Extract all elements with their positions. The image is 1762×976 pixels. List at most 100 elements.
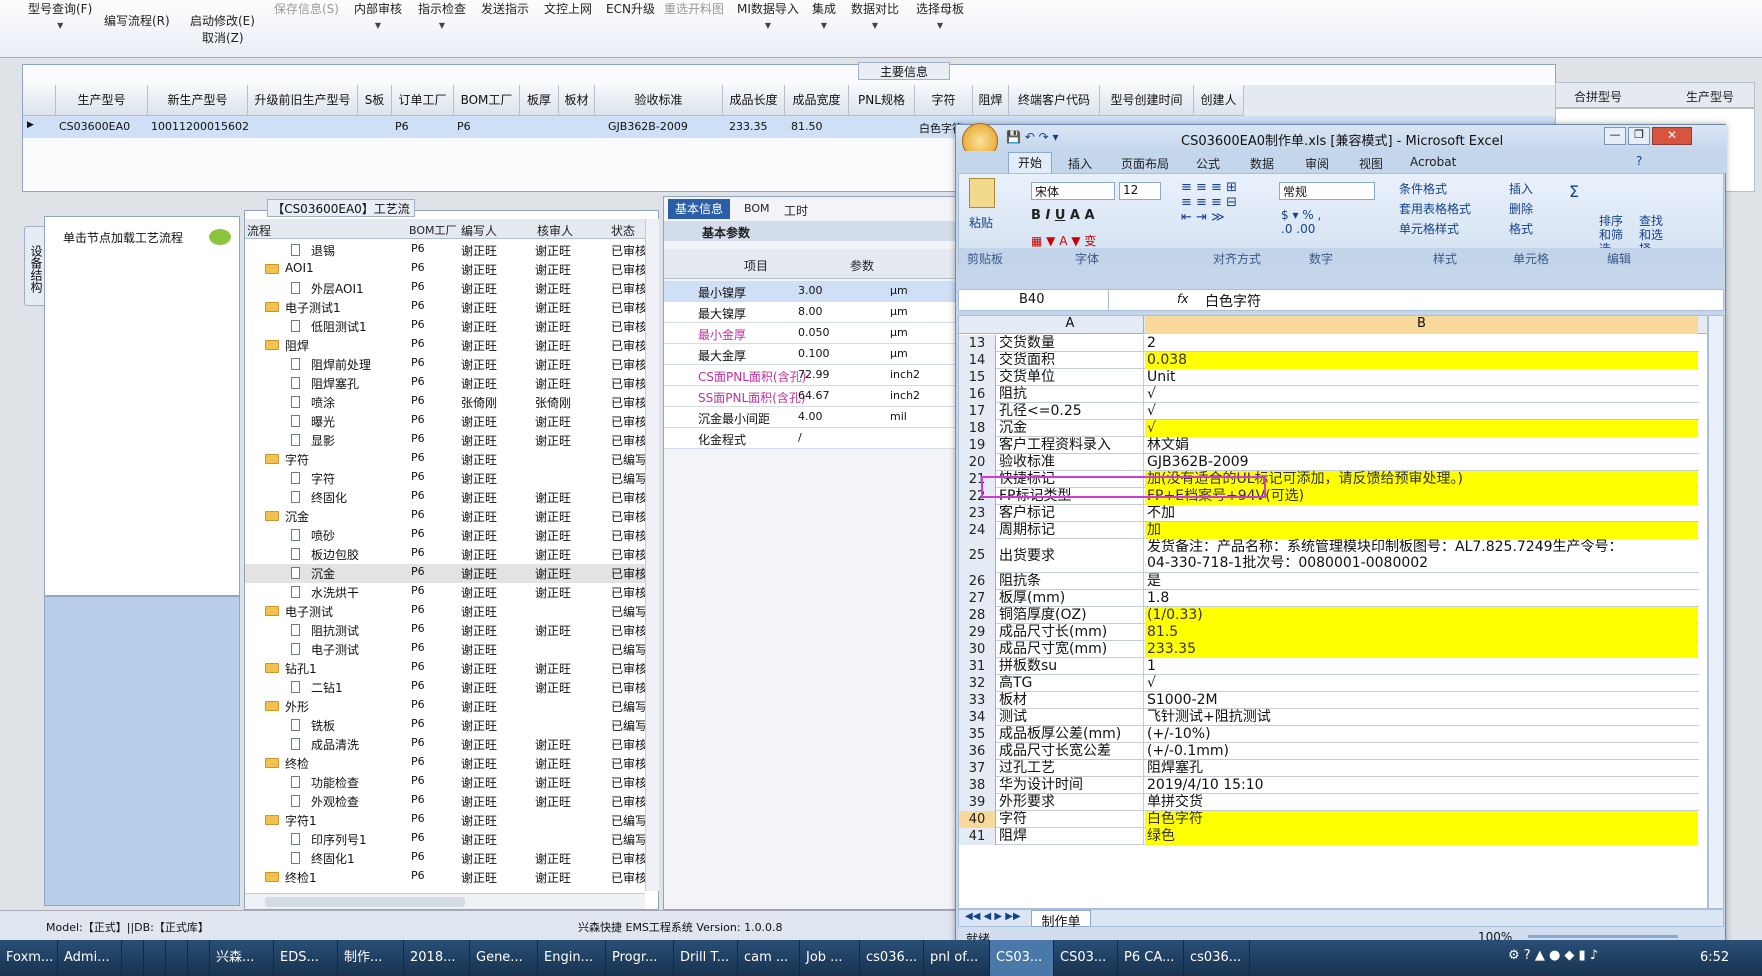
taskbar-item[interactable]: Progr... <box>606 940 674 976</box>
taskbar-item[interactable]: Admi... <box>58 940 122 976</box>
cell-a[interactable]: 阻焊 <box>997 828 1144 845</box>
number-icons[interactable]: $ ▾ % , .0 .00 <box>1281 208 1321 236</box>
cell-a[interactable]: 拼板数su <box>997 658 1144 675</box>
param-row[interactable]: 最大金厚 0.100 μm <box>664 344 964 365</box>
sheet-row[interactable]: 23 客户标记 不加 <box>959 505 1699 522</box>
cell-a[interactable]: 板材 <box>997 692 1144 709</box>
cell-a[interactable]: 外形要求 <box>997 794 1144 811</box>
tab-review[interactable]: 审阅 <box>1305 155 1329 172</box>
cell-a[interactable]: 客户工程资料录入 <box>997 437 1144 454</box>
cell-b[interactable]: 林文娟 <box>1145 437 1698 454</box>
flow-row[interactable]: 水洗烘干 P6 谢正旺 谢正旺 已审核 <box>245 583 645 602</box>
col-header[interactable]: 升级前旧生产型号 <box>248 85 358 116</box>
row-number[interactable]: 38 <box>959 777 996 794</box>
toolbar-internal-review[interactable]: 内部审核 ▼ <box>354 0 402 31</box>
paste-button[interactable]: 粘贴 <box>969 214 993 231</box>
sheet-row[interactable]: 20 验收标准 GJB362B-2009 <box>959 454 1699 471</box>
row-number[interactable]: 18 <box>959 420 996 437</box>
sheet-row[interactable]: 19 客户工程资料录入 林文娟 <box>959 437 1699 454</box>
sheet-vscrollbar[interactable] <box>1708 315 1724 909</box>
row-number[interactable]: 24 <box>959 522 996 539</box>
cell-a[interactable]: 周期标记 <box>997 522 1144 539</box>
sheet-row[interactable]: 25 出货要求 发货备注：产品名称：系统管理模块印制板图号：AL7.825.7249… <box>959 539 1699 573</box>
row-number[interactable]: 13 <box>959 335 996 352</box>
row-number[interactable]: 36 <box>959 743 996 760</box>
cell-b[interactable]: √ <box>1145 386 1698 403</box>
param-row[interactable]: 化金程式 / <box>664 428 964 449</box>
col-header[interactable]: 流程 <box>247 222 271 239</box>
cell-b[interactable]: Unit <box>1145 369 1698 386</box>
taskbar-item[interactable]: Gene... <box>470 940 538 976</box>
param-value[interactable]: 3.00 <box>798 284 823 297</box>
taskbar-item[interactable] <box>144 940 166 976</box>
param-value[interactable]: 0.100 <box>798 347 830 360</box>
format-cells-button[interactable]: 格式 <box>1509 220 1533 237</box>
sheet-nav-icons[interactable]: ◀◀ ◀ ▶ ▶▶ <box>965 911 1021 922</box>
flow-row[interactable]: 二钻1 P6 谢正旺 谢正旺 已审核 <box>245 678 645 697</box>
paste-icon[interactable] <box>969 178 995 208</box>
flow-row[interactable]: 功能检查 P6 谢正旺 谢正旺 已审核 <box>245 773 645 792</box>
flow-row[interactable]: 电子测试1 P6 谢正旺 谢正旺 已审核 <box>245 298 645 317</box>
row-number[interactable]: 29 <box>959 624 996 641</box>
format-as-table-button[interactable]: 套用表格格式 <box>1399 200 1471 217</box>
tab-insert[interactable]: 插入 <box>1068 155 1092 172</box>
tab-formulas[interactable]: 公式 <box>1196 155 1220 172</box>
tab-basic-info[interactable]: 基本信息 <box>668 199 730 219</box>
flow-row[interactable]: 终检 P6 谢正旺 谢正旺 已审核 <box>245 754 645 773</box>
row-number[interactable]: 32 <box>959 675 996 692</box>
cell-a[interactable]: 验收标准 <box>997 454 1144 471</box>
flow-row[interactable]: 板边包胶 P6 谢正旺 谢正旺 已审核 <box>245 545 645 564</box>
col-header[interactable]: 生产型号 <box>1686 88 1734 105</box>
cell-a[interactable]: 铜箔厚度(OZ) <box>997 607 1144 624</box>
cell-b[interactable]: 0.038 <box>1145 352 1698 369</box>
param-value[interactable]: 8.00 <box>798 305 823 318</box>
taskbar-item[interactable] <box>188 940 210 976</box>
tray-icons[interactable]: ⚙ ? ▲ ● ◆ ▮ ♪ <box>1508 948 1598 963</box>
col-header[interactable]: 生产型号 <box>56 85 148 116</box>
cell-a[interactable]: 交货单位 <box>997 369 1144 386</box>
sheet-row[interactable]: 28 铜箔厚度(OZ) (1/0.33) <box>959 607 1699 624</box>
sheet-row[interactable]: 31 拼板数su 1 <box>959 658 1699 675</box>
cell-b[interactable]: 2 <box>1145 335 1698 352</box>
toolbar-send-instruction[interactable]: 发送指示 <box>481 0 529 17</box>
flow-vscrollbar[interactable] <box>645 219 659 891</box>
toolbar-mi-import[interactable]: MI数据导入 ▼ <box>737 0 799 31</box>
param-row[interactable]: 最小金厚 0.050 μm <box>664 323 964 344</box>
flow-row[interactable]: 印序列号1 P6 谢正旺 已编写 <box>245 830 645 849</box>
sheet-row[interactable]: 36 成品尺寸长宽公差 (+/-0.1mm) <box>959 743 1699 760</box>
row-number[interactable]: 16 <box>959 386 996 403</box>
cell-b[interactable]: 白色字符 <box>1145 811 1698 828</box>
cell-a[interactable]: 客户标记 <box>997 505 1144 522</box>
cell-a[interactable]: 出货要求 <box>997 539 1144 573</box>
cell-b[interactable]: (1/0.33) <box>1145 607 1698 624</box>
col-header[interactable]: 订单工厂 <box>392 85 454 116</box>
flow-row[interactable]: 字符1 P6 谢正旺 已编写 <box>245 811 645 830</box>
cell-new-model[interactable]: 10011200015602 <box>151 120 249 133</box>
toolbar-ecn-upgrade[interactable]: ECN升级 <box>606 0 655 17</box>
row-number[interactable]: 31 <box>959 658 996 675</box>
font-name-select[interactable]: 宋体 <box>1031 182 1115 200</box>
taskbar-item[interactable]: Job ... <box>800 940 860 976</box>
param-value[interactable]: 0.050 <box>798 326 830 339</box>
cell-a[interactable]: 板厚(mm) <box>997 590 1144 607</box>
param-value[interactable]: 4.00 <box>798 410 823 423</box>
flow-row[interactable]: 电子测试 P6 谢正旺 已编写 <box>245 640 645 659</box>
insert-cells-button[interactable]: 插入 <box>1509 180 1533 197</box>
cell-model[interactable]: CS03600EA0 <box>59 120 130 133</box>
row-number[interactable]: 40 <box>959 811 996 828</box>
cell-acceptance[interactable]: GJB362B-2009 <box>608 120 688 133</box>
flow-row[interactable]: 电子测试 P6 谢正旺 已编写 <box>245 602 645 621</box>
sheet-row[interactable]: 40 字符 白色字符 <box>959 811 1699 828</box>
toolbar-write-flow[interactable]: 编写流程(R) <box>104 12 170 29</box>
sheet-row[interactable]: 27 板厚(mm) 1.8 <box>959 590 1699 607</box>
sheet-row[interactable]: 35 成品板厚公差(mm) (+/-10%) <box>959 726 1699 743</box>
col-header[interactable]: 状态 <box>611 222 635 239</box>
row-number[interactable]: 35 <box>959 726 996 743</box>
sheet-tab-main[interactable]: 制作单 <box>1031 910 1091 930</box>
help-icon[interactable]: ? <box>1636 154 1642 168</box>
cell-width[interactable]: 81.50 <box>791 120 823 133</box>
cell-length[interactable]: 233.35 <box>729 120 768 133</box>
cell-a[interactable]: 阻抗条 <box>997 573 1144 590</box>
sheet-row[interactable]: 38 华为设计时间 2019/4/10 15:10 <box>959 777 1699 794</box>
cell-b[interactable]: GJB362B-2009 <box>1145 454 1698 471</box>
